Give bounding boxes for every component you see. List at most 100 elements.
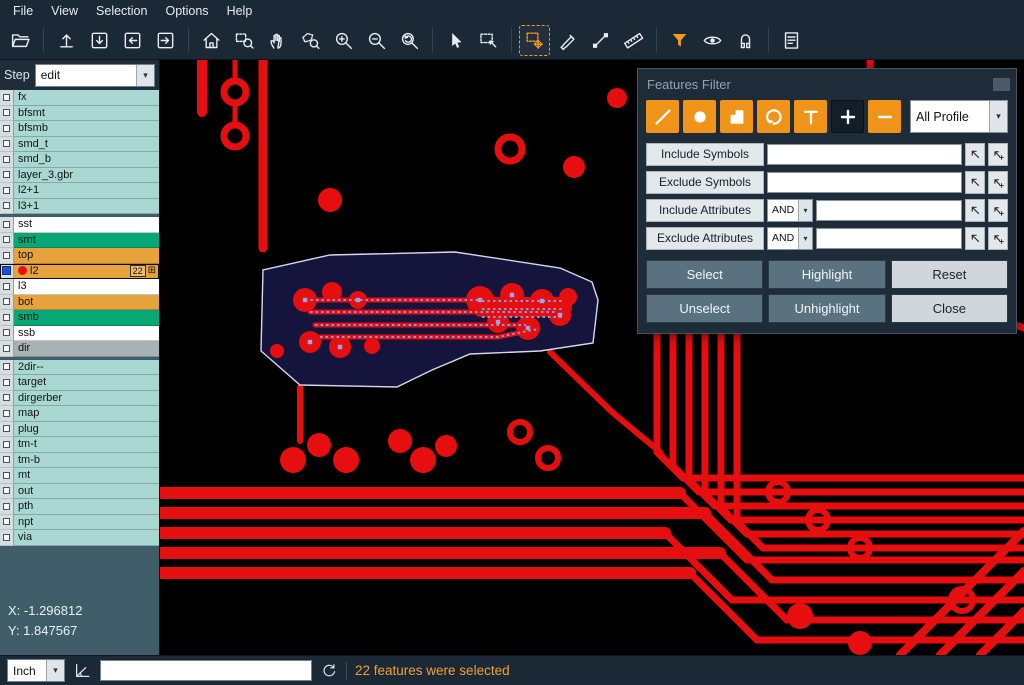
draw-arc-button[interactable] — [757, 100, 790, 133]
highlight-button[interactable]: Highlight — [768, 260, 885, 289]
layer-row-l2+1[interactable]: l2+1 — [0, 183, 159, 199]
layer-visibility-checkbox[interactable] — [0, 233, 14, 249]
layer-row-bot[interactable]: bot — [0, 295, 159, 311]
layer-row-smt[interactable]: smt — [0, 233, 159, 249]
layer-row-target[interactable]: target — [0, 375, 159, 391]
layer-name-cell[interactable]: target — [14, 375, 159, 391]
zoom-in-button[interactable] — [328, 25, 359, 56]
menu-help[interactable]: Help — [218, 2, 262, 20]
pick-single-button[interactable] — [965, 199, 985, 222]
layer-name-cell[interactable]: top — [14, 248, 159, 264]
layer-name-cell[interactable]: dirgerber — [14, 391, 159, 407]
eye-button[interactable] — [697, 25, 728, 56]
filter-funnel-button[interactable] — [664, 25, 695, 56]
layer-row-map[interactable]: map — [0, 406, 159, 422]
layer-name-cell[interactable]: bfsmt — [14, 106, 159, 122]
layer-name-cell[interactable]: plug — [14, 422, 159, 438]
menu-file[interactable]: File — [4, 2, 42, 20]
layer-name-cell[interactable]: tm-b — [14, 453, 159, 469]
layer-name-cell[interactable]: l3+1 — [14, 199, 159, 215]
brush-button[interactable] — [552, 25, 583, 56]
layer-name-cell[interactable]: ssb — [14, 326, 159, 342]
layer-visibility-checkbox[interactable] — [0, 152, 14, 168]
unhighlight-button[interactable]: Unhighlight — [768, 294, 885, 323]
chevron-down-icon[interactable]: ▾ — [136, 65, 154, 86]
layer-name-cell[interactable]: dir — [14, 341, 159, 357]
draw-pad-button[interactable] — [683, 100, 716, 133]
draw-text-button[interactable] — [794, 100, 827, 133]
layer-visibility-checkbox[interactable] — [0, 183, 14, 199]
layer-name-cell[interactable]: l2+1 — [14, 183, 159, 199]
remove-minus-button[interactable] — [868, 100, 901, 133]
layer-row-tm-t[interactable]: tm-t — [0, 437, 159, 453]
layer-row-via[interactable]: via — [0, 530, 159, 546]
layer-name-cell[interactable]: 2dir-- — [14, 360, 159, 376]
layer-visibility-checkbox[interactable] — [0, 168, 14, 184]
menu-selection[interactable]: Selection — [87, 2, 156, 20]
layer-name-cell[interactable]: sst — [14, 217, 159, 233]
step-dropdown[interactable]: edit ▾ — [35, 64, 155, 87]
layer-name-cell[interactable]: l3 — [14, 279, 159, 295]
layer-name-cell[interactable]: fx — [14, 90, 159, 106]
zoom-out-button[interactable] — [361, 25, 392, 56]
home-button[interactable] — [196, 25, 227, 56]
add-plus-button[interactable] — [831, 100, 864, 133]
dialog-title-bar[interactable]: Features Filter — [638, 69, 1016, 96]
units-dropdown[interactable]: Inch ▾ — [7, 659, 65, 682]
layer-row-dir[interactable]: dir — [0, 341, 159, 357]
layer-row-2dir--[interactable]: 2dir-- — [0, 360, 159, 376]
include-symbols-field[interactable] — [767, 144, 962, 165]
zoom-previous-button[interactable] — [394, 25, 425, 56]
zoom-polygon-button[interactable] — [295, 25, 326, 56]
layer-visibility-checkbox[interactable] — [0, 217, 14, 233]
layer-visibility-checkbox[interactable] — [0, 326, 14, 342]
layer-visibility-checkbox[interactable] — [0, 248, 14, 264]
draw-surface-button[interactable] — [720, 100, 753, 133]
layer-name-cell[interactable]: layer_3.gbr — [14, 168, 159, 184]
layer-row-smd_b[interactable]: smd_b — [0, 152, 159, 168]
layer-row-smb[interactable]: smb — [0, 310, 159, 326]
unselect-button[interactable]: Unselect — [646, 294, 763, 323]
layer-visibility-checkbox[interactable] — [0, 406, 14, 422]
report-button[interactable] — [776, 25, 807, 56]
layer-row-smd_t[interactable]: smd_t — [0, 137, 159, 153]
pick-add-button[interactable] — [988, 171, 1008, 194]
layer-row-l3[interactable]: l3 — [0, 279, 159, 295]
layer-name-cell[interactable]: smb — [14, 310, 159, 326]
layer-visibility-checkbox[interactable] — [0, 121, 14, 137]
layer-visibility-checkbox[interactable] — [0, 199, 14, 215]
layer-visibility-checkbox[interactable] — [0, 106, 14, 122]
layer-row-fx[interactable]: fx — [0, 90, 159, 106]
layer-row-tm-b[interactable]: tm-b — [0, 453, 159, 469]
layer-row-ssb[interactable]: ssb — [0, 326, 159, 342]
layer-name-cell[interactable]: via — [14, 530, 159, 546]
line-nodes-button[interactable] — [585, 25, 616, 56]
arrow-right-box-button[interactable] — [150, 25, 181, 56]
layer-visibility-checkbox[interactable] — [0, 90, 14, 106]
layer-name-cell[interactable]: smd_t — [14, 137, 159, 153]
select-button[interactable]: Select — [646, 260, 763, 289]
and-or-dropdown[interactable]: AND▾ — [767, 199, 813, 222]
select-window-button[interactable] — [473, 25, 504, 56]
layer-visibility-checkbox[interactable] — [0, 499, 14, 515]
include-symbols-button[interactable]: Include Symbols — [646, 143, 764, 166]
and-or-dropdown[interactable]: AND▾ — [767, 227, 813, 250]
include-attributes-button[interactable]: Include Attributes — [646, 199, 764, 222]
layer-visibility-checkbox[interactable] — [0, 341, 14, 357]
layer-name-cell[interactable]: smt — [14, 233, 159, 249]
layer-row-sst[interactable]: sst — [0, 217, 159, 233]
include-attributes-field[interactable] — [816, 200, 962, 221]
layer-visibility-checkbox[interactable] — [0, 310, 14, 326]
layer-visibility-checkbox[interactable] — [0, 360, 14, 376]
layer-name-cell[interactable]: bfsmb — [14, 121, 159, 137]
zoom-window-button[interactable] — [229, 25, 260, 56]
layer-row-plug[interactable]: plug — [0, 422, 159, 438]
chevron-down-icon[interactable]: ▾ — [46, 660, 64, 681]
layer-name-cell[interactable]: mt — [14, 468, 159, 484]
pick-add-button[interactable] — [988, 143, 1008, 166]
layer-visibility-checkbox[interactable] — [0, 530, 14, 546]
layer-row-out[interactable]: out — [0, 484, 159, 500]
exclude-symbols-button[interactable]: Exclude Symbols — [646, 171, 764, 194]
layer-row-top[interactable]: top — [0, 248, 159, 264]
layer-name-cell[interactable]: npt — [14, 515, 159, 531]
